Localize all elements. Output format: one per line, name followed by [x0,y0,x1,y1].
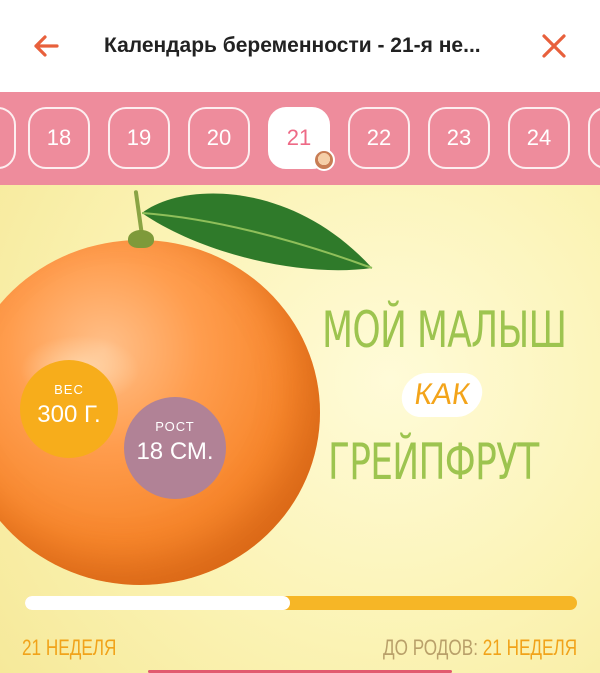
until-birth: ДО РОДОВ: 21 НЕДЕЛЯ [383,635,577,661]
height-label: РОСТ [155,419,195,434]
current-week-label: 21 НЕДЕЛЯ [22,635,117,660]
height-badge: РОСТ 18 СМ. [124,397,226,499]
week-pill-22[interactable]: 22 [348,107,410,169]
week-pill-24[interactable]: 24 [508,107,570,169]
close-button[interactable] [534,26,574,66]
week-pill-23[interactable]: 23 [428,107,490,169]
weight-label: ВЕС [54,382,84,397]
until-birth-label: ДО РОДОВ: [383,635,478,660]
back-button[interactable] [26,26,66,66]
week-pill-partial[interactable] [0,107,16,169]
height-value: 18 СМ. [136,438,214,465]
baby-avatar-icon [313,149,335,171]
headline-line2: ГРЕЙПФРУТ [328,433,539,491]
page-title: Календарь беременности - 21-я не... [104,34,481,57]
progress-fill [25,596,290,610]
app-header: Календарь беременности - 21-я не... [0,0,600,92]
week-pill-partial-right[interactable] [588,107,600,169]
close-icon [542,34,566,58]
pregnancy-progress-bar [25,596,577,610]
until-birth-value: 21 НЕДЕЛЯ [482,635,578,660]
headline-line1: МОЙ МАЛЫШ [322,301,567,359]
baby-size-banner: ВЕС 300 Г. РОСТ 18 СМ. МОЙ МАЛЫШ КАК ГРЕ… [0,185,600,673]
headline-like: КАК [398,373,486,417]
weight-value: 300 Г. [37,401,101,428]
week-pill-19[interactable]: 19 [108,107,170,169]
arrow-left-icon [34,35,59,57]
weight-badge: ВЕС 300 Г. [20,360,118,458]
week-selector: 18 19 20 21 22 23 24 [0,92,600,185]
fruit-stem-base [128,230,154,248]
week-pill-18[interactable]: 18 [28,107,90,169]
week-pill-20[interactable]: 20 [188,107,250,169]
